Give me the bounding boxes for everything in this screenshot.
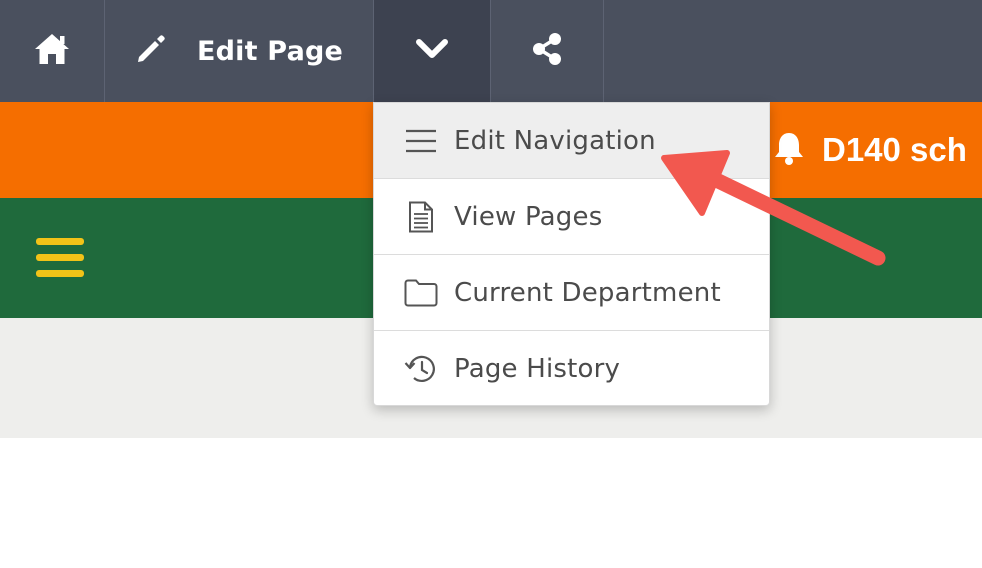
- home-button[interactable]: [0, 0, 104, 102]
- pencil-icon: [135, 33, 167, 69]
- more-options-button[interactable]: [374, 0, 490, 102]
- bell-icon: [772, 130, 806, 170]
- menu-item-page-history[interactable]: Page History: [374, 331, 769, 405]
- toolbar-divider: [603, 0, 604, 102]
- share-icon: [530, 32, 564, 70]
- menu-item-label: View Pages: [454, 201, 603, 232]
- menu-item-label: Page History: [454, 354, 621, 384]
- menu-item-label: Edit Navigation: [454, 125, 656, 156]
- folder-icon: [404, 276, 438, 310]
- share-button[interactable]: [491, 0, 603, 102]
- menu-item-label: Current Department: [454, 277, 721, 308]
- alert-text: D140 sch: [822, 131, 967, 168]
- alert-content[interactable]: D140 sch: [772, 102, 967, 198]
- top-toolbar: Edit Page: [0, 0, 982, 102]
- edit-page-button[interactable]: Edit Page: [105, 0, 373, 102]
- edit-page-label: Edit Page: [196, 35, 344, 67]
- hamburger-icon[interactable]: [36, 238, 84, 278]
- document-icon: [404, 200, 438, 234]
- list-icon: [404, 124, 438, 158]
- home-icon: [33, 32, 71, 70]
- chevron-down-icon: [415, 38, 449, 64]
- options-dropdown-menu: Edit Navigation View Pages Current Depar…: [373, 102, 770, 406]
- menu-item-edit-navigation[interactable]: Edit Navigation: [374, 103, 769, 179]
- history-icon: [404, 352, 438, 386]
- menu-item-current-department[interactable]: Current Department: [374, 255, 769, 331]
- menu-item-view-pages[interactable]: View Pages: [374, 179, 769, 255]
